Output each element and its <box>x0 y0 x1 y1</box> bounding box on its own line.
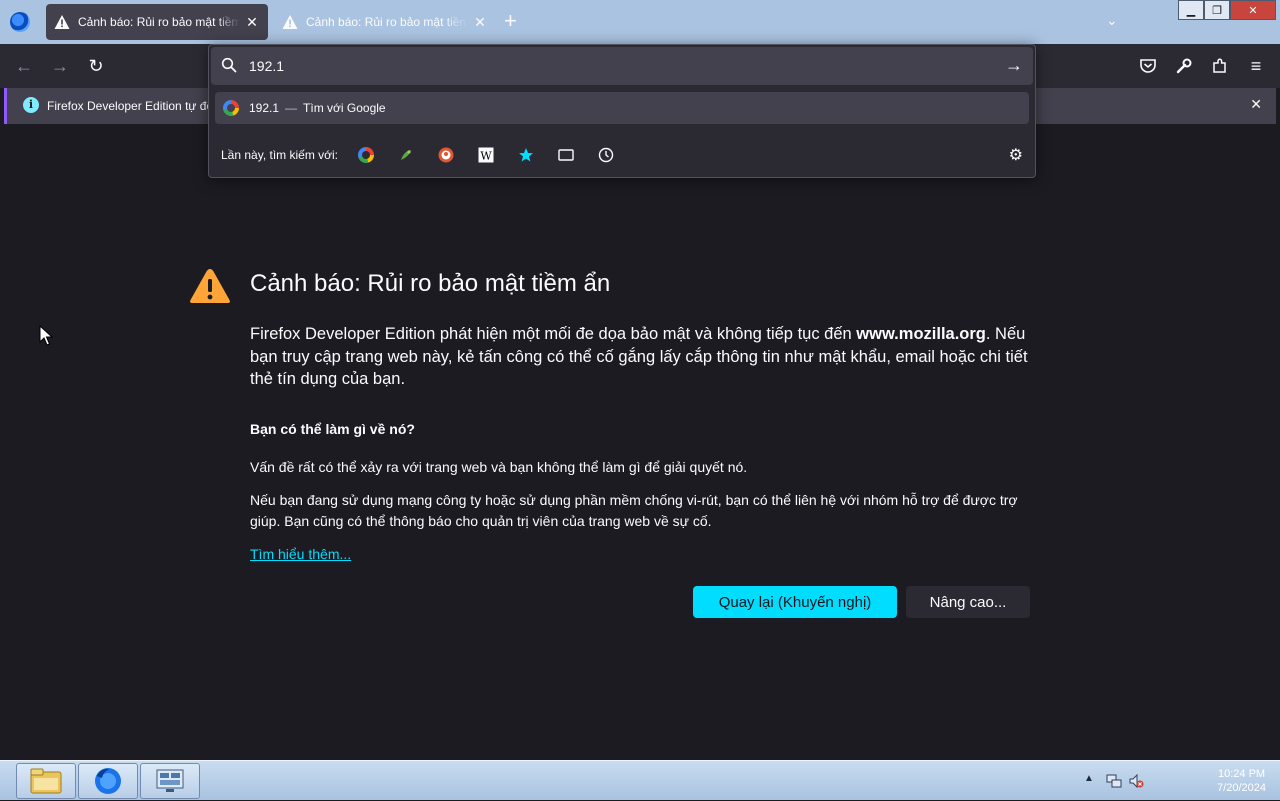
mouse-cursor-icon <box>39 325 53 346</box>
tabs-icon[interactable] <box>556 145 576 165</box>
suggestion-action: Tìm với Google <box>303 101 386 115</box>
warning-icon <box>54 15 70 29</box>
wrench-icon[interactable] <box>1172 54 1196 78</box>
google-icon <box>223 100 239 116</box>
one-off-label: Lần này, tìm kiếm với: <box>221 148 339 162</box>
clock-date: 7/20/2024 <box>1217 782 1266 794</box>
warning-icon <box>282 15 298 29</box>
search-settings-gear-icon[interactable]: ⚙ <box>1009 145 1023 165</box>
firefox-icon <box>95 768 121 794</box>
urlbar-input[interactable] <box>249 53 989 79</box>
close-tab-icon[interactable]: ✕ <box>472 14 488 31</box>
close-notification-icon[interactable]: ✕ <box>1250 96 1262 113</box>
tab-title: Cảnh báo: Rủi ro bảo mật tiềm ẩn <box>78 15 240 29</box>
network-icon[interactable] <box>1106 773 1122 789</box>
error-description: Firefox Developer Edition phát hiện một … <box>250 323 1040 391</box>
taskbar: ▲ 10:24 PM 7/20/2024 <box>0 760 1280 800</box>
tab-strip: Cảnh báo: Rủi ro bảo mật tiềm ẩn ✕ Cảnh … <box>0 0 1280 44</box>
restore-button[interactable]: ❐ <box>1204 0 1230 20</box>
clock[interactable]: 10:24 PM 7/20/2024 <box>1217 767 1266 795</box>
server-manager-icon <box>156 769 184 792</box>
warning-icon <box>190 269 230 303</box>
extensions-icon[interactable] <box>1208 54 1232 78</box>
section-heading: Bạn có thể làm gì về nó? <box>250 421 415 437</box>
urlbar: → <box>211 47 1033 85</box>
history-icon[interactable] <box>596 145 616 165</box>
forward-icon[interactable]: → <box>48 54 72 78</box>
server-manager-button[interactable] <box>140 763 200 799</box>
svg-text:W: W <box>480 150 492 163</box>
close-window-button[interactable]: ✕ <box>1230 0 1276 20</box>
clock-time: 10:24 PM <box>1217 768 1266 780</box>
search-suggestion[interactable]: 192.1 — Tìm với Google <box>215 92 1029 124</box>
blocked-domain: www.mozilla.org <box>856 325 986 343</box>
system-tray: ▲ 10:24 PM 7/20/2024 <box>1084 761 1280 801</box>
bookmarklet-icon[interactable] <box>396 145 416 165</box>
list-all-tabs-icon[interactable]: ⌄ <box>1106 12 1118 29</box>
one-off-search-bar: Lần này, tìm kiếm với: W ⚙ <box>221 145 1025 165</box>
advanced-button[interactable]: Nâng cao... <box>906 586 1030 618</box>
explanation-paragraph: Vấn đề rất có thể xảy ra với trang web v… <box>250 459 748 475</box>
file-explorer-button[interactable] <box>16 763 76 799</box>
wikipedia-icon[interactable]: W <box>476 145 496 165</box>
hamburger-menu-icon[interactable]: ≡ <box>1244 54 1268 78</box>
close-tab-icon[interactable]: ✕ <box>244 14 260 31</box>
tab-title: Cảnh báo: Rủi ro bảo mật tiềm ẩn <box>306 15 468 29</box>
error-page: Cảnh báo: Rủi ro bảo mật tiềm ẩn Firefox… <box>0 124 1280 760</box>
google-icon[interactable] <box>356 145 376 165</box>
search-icon <box>221 57 237 73</box>
volume-muted-icon[interactable] <box>1128 773 1144 789</box>
duckduckgo-icon[interactable] <box>436 145 456 165</box>
suggestion-separator: — <box>285 101 298 115</box>
pocket-icon[interactable] <box>1136 54 1160 78</box>
urlbar-dropdown: → 192.1 — Tìm với Google Lần này, tìm ki… <box>208 44 1036 178</box>
firefox-menu-icon[interactable] <box>10 12 30 32</box>
learn-more-link[interactable]: Tìm hiểu thêm... <box>250 546 351 562</box>
firefox-taskbar-button[interactable] <box>78 763 138 799</box>
go-arrow-icon[interactable]: → <box>1005 55 1023 76</box>
reload-icon[interactable]: ↻ <box>84 54 108 78</box>
page-title: Cảnh báo: Rủi ro bảo mật tiềm ẩn <box>250 270 611 297</box>
minimize-button[interactable]: ▁ <box>1178 0 1204 20</box>
bookmarks-star-icon[interactable] <box>516 145 536 165</box>
go-back-button[interactable]: Quay lại (Khuyến nghị) <box>693 586 897 618</box>
desc-text: Firefox Developer Edition phát hiện một … <box>250 325 852 343</box>
support-paragraph: Nếu bạn đang sử dụng mạng công ty hoặc s… <box>250 492 1018 529</box>
tab-inactive[interactable]: Cảnh báo: Rủi ro bảo mật tiềm ẩn ✕ <box>274 4 496 40</box>
new-tab-icon[interactable]: + <box>504 10 517 32</box>
show-hidden-icons-icon[interactable]: ▲ <box>1084 773 1094 784</box>
back-icon[interactable]: ← <box>12 54 36 78</box>
info-icon: i <box>23 97 39 113</box>
folder-icon <box>30 768 62 794</box>
tab-active[interactable]: Cảnh báo: Rủi ro bảo mật tiềm ẩn ✕ <box>46 4 268 40</box>
suggestion-query: 192.1 <box>249 101 280 115</box>
notification-text: Firefox Developer Edition tự độ <box>47 99 214 113</box>
